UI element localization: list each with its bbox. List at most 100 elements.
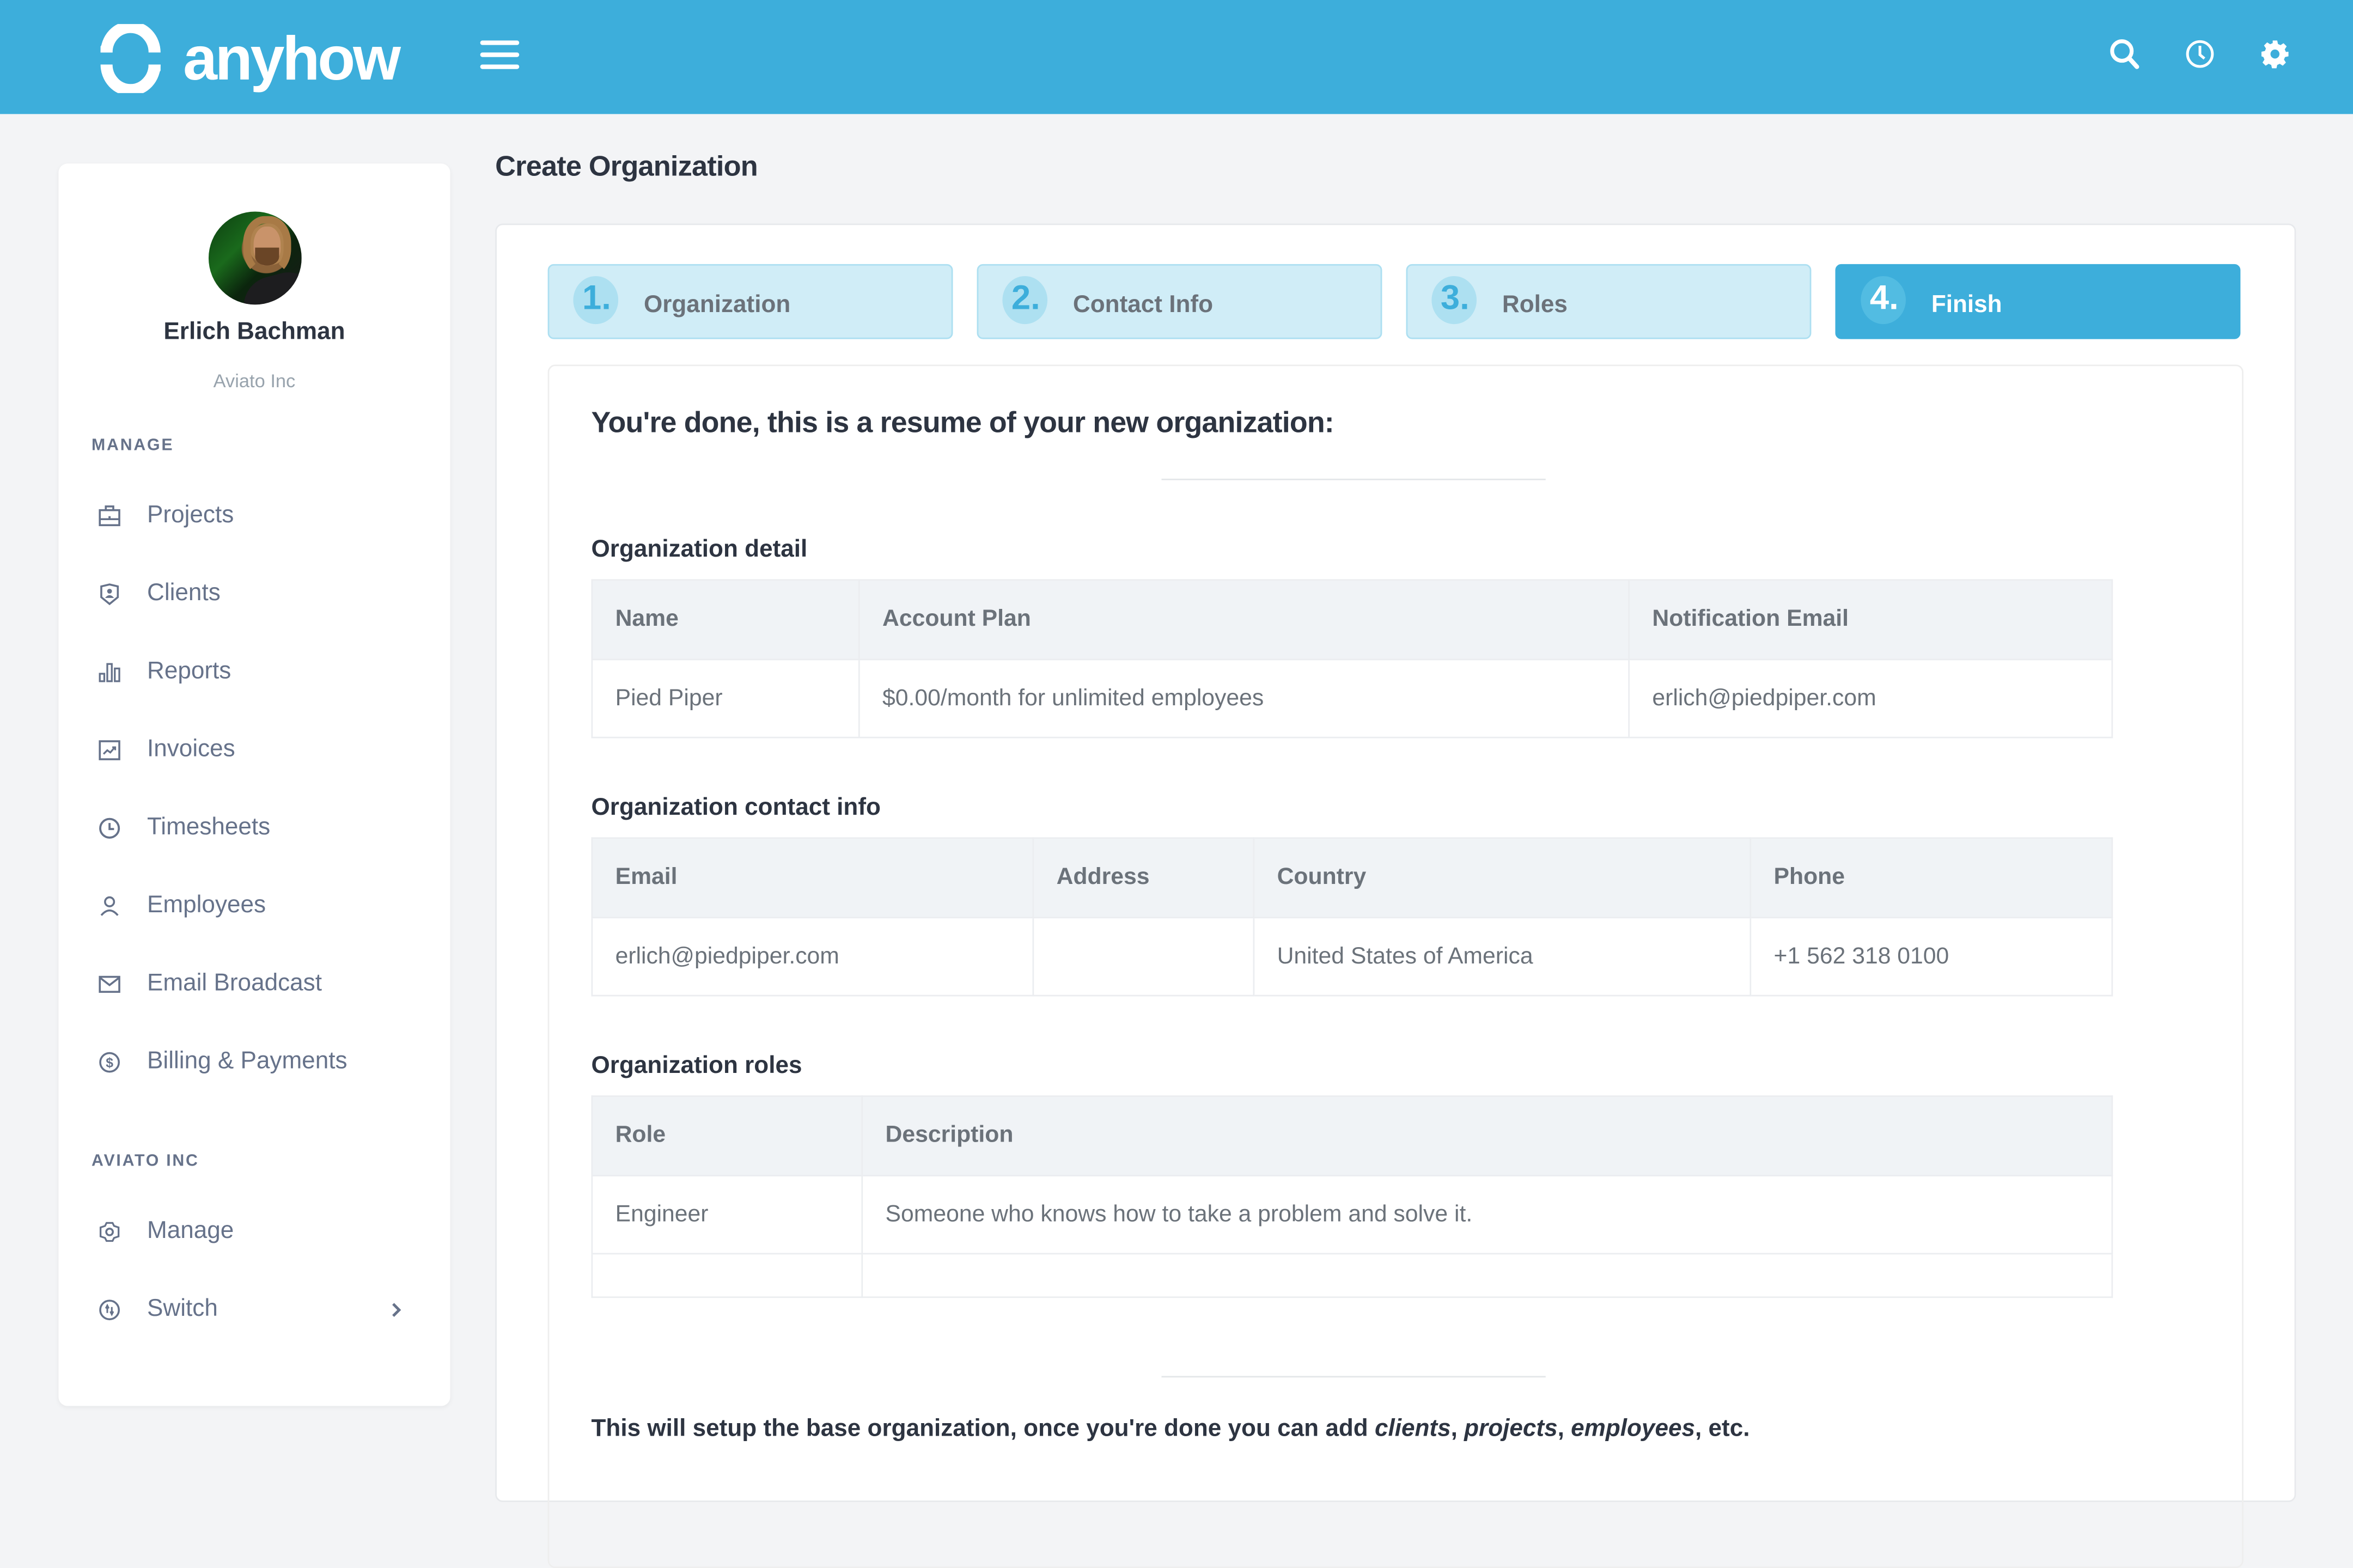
table-cell	[591, 1253, 863, 1298]
table-row: erlich@piedpiper.com United States of Am…	[591, 917, 2113, 997]
table-header-row: Email Address Country Phone	[591, 837, 2113, 919]
table-header-row: Role Description	[591, 1095, 2113, 1176]
bar-chart-icon	[99, 663, 120, 682]
column-header: Role	[591, 1095, 863, 1176]
step-number: 2.	[1011, 277, 1040, 317]
gear-icon[interactable]	[2257, 36, 2293, 72]
step-finish[interactable]: 4. Finish	[1835, 264, 2241, 339]
table-cell: $0.00/month for unlimited employees	[858, 658, 1630, 739]
sidebar-item-employees[interactable]: Employees	[92, 884, 422, 929]
sidebar-item-label: Clients	[147, 581, 221, 607]
step-organization[interactable]: 1. Organization	[547, 264, 953, 339]
menu-toggle-button[interactable]	[480, 40, 520, 74]
column-header: Description	[861, 1095, 2113, 1176]
sidebar-item-invoices[interactable]: Invoices	[92, 728, 422, 773]
step-label: Finish	[1931, 292, 2002, 319]
clock-icon	[99, 817, 120, 839]
brand-name: anyhow	[183, 24, 401, 93]
table-cell: +1 562 318 0100	[1749, 917, 2113, 997]
sidebar-item-clients[interactable]: Clients	[92, 572, 422, 617]
hamburger-line	[480, 64, 520, 69]
sidebar-item-label: Timesheets	[147, 815, 271, 840]
step-number: 4.	[1869, 277, 1899, 317]
table-cell: United States of America	[1253, 917, 1752, 997]
top-navbar: anyhow	[0, 0, 2353, 114]
column-header: Country	[1253, 837, 1752, 919]
footnote-text: This will setup the base organization, o…	[591, 1416, 1375, 1442]
divider	[1161, 1376, 1546, 1378]
sidebar-item-switch[interactable]: Switch	[92, 1288, 422, 1333]
sidebar-item-label: Switch	[147, 1296, 218, 1322]
user-organization: Aviato Inc	[213, 370, 296, 392]
divider	[1161, 478, 1546, 480]
table-cell	[861, 1253, 2113, 1298]
sidebar-item-projects[interactable]: Projects	[92, 493, 422, 539]
summary-footnote: This will setup the base organization, o…	[592, 1417, 1750, 1444]
sidebar-item-timesheets[interactable]: Timesheets	[92, 806, 422, 851]
sidebar-item-reports[interactable]: Reports	[92, 650, 422, 695]
sidebar-item-label: Employees	[147, 893, 266, 919]
hamburger-line	[480, 40, 520, 45]
switch-icon	[99, 1299, 120, 1321]
topbar-actions	[2107, 36, 2293, 72]
table-header-row: Name Account Plan Notification Email	[591, 579, 2113, 661]
table-cell: erlich@piedpiper.com	[591, 917, 1034, 997]
dollar-circle-icon: $	[99, 1052, 120, 1073]
sidebar-item-billing-payments[interactable]: $ Billing & Payments	[92, 1040, 422, 1085]
column-header: Email	[591, 837, 1034, 919]
sidebar: Erlich Bachman Aviato Inc MANAGE Project…	[58, 163, 450, 1406]
footnote-separator: ,	[1450, 1416, 1465, 1442]
chevron-right-icon[interactable]	[389, 1299, 404, 1321]
roles-title: Organization roles	[591, 1053, 802, 1079]
sidebar-item-label: Projects	[147, 502, 234, 528]
avatar[interactable]	[208, 211, 302, 305]
step-roles[interactable]: 3. Roles	[1406, 264, 1812, 339]
roles-table: Role Description Engineer Someone who kn…	[591, 1095, 2113, 1298]
sidebar-item-label: Manage	[147, 1218, 234, 1244]
step-label: Contact Info	[1072, 292, 1214, 319]
sidebar-item-manage[interactable]: Manage	[92, 1210, 422, 1255]
clock-icon[interactable]	[2182, 36, 2218, 72]
sidebar-item-label: Email Broadcast	[147, 971, 322, 997]
footnote-text: , etc.	[1695, 1416, 1750, 1442]
hamburger-line	[480, 52, 520, 57]
refresh-logo-icon	[100, 24, 161, 93]
summary-heading: You're done, this is a resume of your ne…	[591, 406, 1334, 440]
step-number: 1.	[582, 277, 611, 317]
column-header: Name	[591, 579, 860, 661]
brand-logo[interactable]: anyhow	[96, 24, 401, 93]
search-icon[interactable]	[2107, 36, 2143, 72]
org-detail-title: Organization detail	[591, 537, 808, 563]
column-header: Account Plan	[858, 579, 1630, 661]
trend-chart-icon	[99, 740, 120, 760]
column-header: Address	[1032, 837, 1255, 919]
column-header: Notification Email	[1628, 579, 2113, 661]
table-cell: erlich@piedpiper.com	[1628, 658, 2113, 739]
step-number: 3.	[1440, 277, 1470, 317]
wizard-steps: 1. Organization 2. Contact Info 3. Roles…	[547, 264, 2244, 339]
mail-icon	[99, 975, 120, 993]
sidebar-item-email-broadcast[interactable]: Email Broadcast	[92, 962, 422, 1007]
user-name: Erlich Bachman	[163, 319, 345, 345]
user-icon	[100, 896, 119, 916]
contact-info-table: Email Address Country Phone erlich@piedp…	[591, 837, 2113, 997]
section-label-aviato-inc: AVIATO INC	[92, 1152, 199, 1170]
app-root: anyhow Erlich Bachman Aviato Inc MANAGE …	[0, 0, 2353, 1568]
footnote-separator: ,	[1557, 1416, 1571, 1442]
contact-info-title: Organization contact info	[591, 795, 881, 821]
page-title: Create Organization	[495, 151, 758, 184]
sidebar-item-label: Invoices	[147, 736, 235, 762]
section-label-manage: MANAGE	[92, 436, 174, 455]
summary-panel: You're done, this is a resume of your ne…	[547, 364, 2244, 1568]
step-contact-info[interactable]: 2. Contact Info	[977, 264, 1382, 339]
sidebar-item-label: Reports	[147, 658, 231, 685]
step-label: Organization	[643, 292, 791, 319]
table-cell: Pied Piper	[591, 658, 860, 739]
cog-icon	[99, 1222, 120, 1242]
shield-user-icon	[100, 583, 119, 606]
org-detail-table: Name Account Plan Notification Email Pie…	[591, 579, 2113, 739]
column-header: Phone	[1749, 837, 2113, 919]
table-cell: Engineer	[591, 1175, 863, 1255]
footnote-emphasis: employees	[1571, 1416, 1696, 1442]
table-row: Pied Piper $0.00/month for unlimited emp…	[591, 658, 2113, 739]
